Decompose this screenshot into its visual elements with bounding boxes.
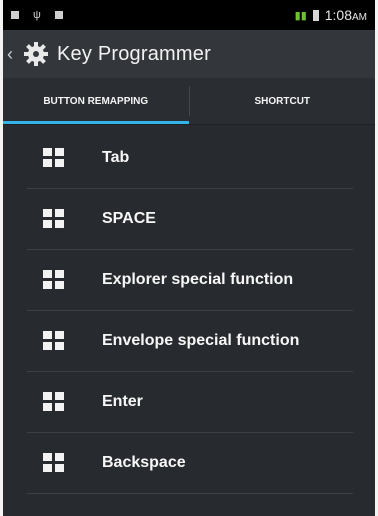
list-item[interactable]: Backspace — [27, 433, 353, 494]
battery-icon — [312, 9, 319, 21]
grid-icon — [43, 270, 65, 290]
list-item[interactable]: SPACE — [27, 189, 353, 250]
grid-icon — [43, 453, 65, 473]
list-item-label: Explorer special function — [102, 271, 294, 288]
back-chevron-icon[interactable]: ‹ — [7, 44, 17, 65]
status-icons-right: ▮▮ 1:08AM — [295, 7, 367, 23]
list-item[interactable]: Explorer special function — [27, 250, 353, 311]
tab-shortcut[interactable]: SHORTCUT — [190, 78, 376, 124]
list-item[interactable]: Envelope special function — [27, 311, 353, 372]
tab-label: BUTTON REMAPPING — [43, 95, 149, 107]
list-item-label: SPACE — [102, 210, 156, 227]
status-bar: ψ ▮▮ 1:08AM — [3, 0, 375, 30]
list-item-label: Backspace — [102, 454, 186, 471]
clock-time: 1:08 — [324, 7, 352, 23]
clock-ampm: AM — [352, 12, 367, 23]
action-bar: ‹ Key Programmer — [3, 30, 375, 78]
grid-icon — [43, 148, 65, 168]
notification-icon — [11, 11, 19, 19]
tab-bar: BUTTON REMAPPING SHORTCUT — [3, 78, 375, 125]
tab-label: SHORTCUT — [254, 95, 311, 107]
grid-icon — [43, 392, 65, 412]
usb-icon: ψ — [33, 9, 41, 21]
list-item-label: Tab — [102, 149, 130, 166]
signal-icon: ▮▮ — [294, 9, 307, 22]
list-item[interactable]: Enter — [27, 372, 353, 433]
list-item-label: Envelope special function — [102, 332, 300, 349]
app-title: Key Programmer — [57, 42, 211, 65]
clock: 1:08AM — [325, 7, 367, 23]
grid-icon — [43, 331, 65, 351]
list-item[interactable]: Tab — [27, 128, 353, 189]
list-item-label: Enter — [102, 393, 143, 410]
phone-screen: ψ ▮▮ 1:08AM ‹ Key Programmer BUTTON REMA… — [3, 0, 375, 516]
gear-icon[interactable] — [21, 39, 51, 69]
key-list: Tab SPACE Explorer special function Enve… — [3, 128, 375, 494]
status-icons-left: ψ — [11, 9, 63, 21]
tab-button-remapping[interactable]: BUTTON REMAPPING — [3, 78, 189, 124]
grid-icon — [43, 209, 65, 229]
notification-square-icon — [54, 11, 63, 19]
